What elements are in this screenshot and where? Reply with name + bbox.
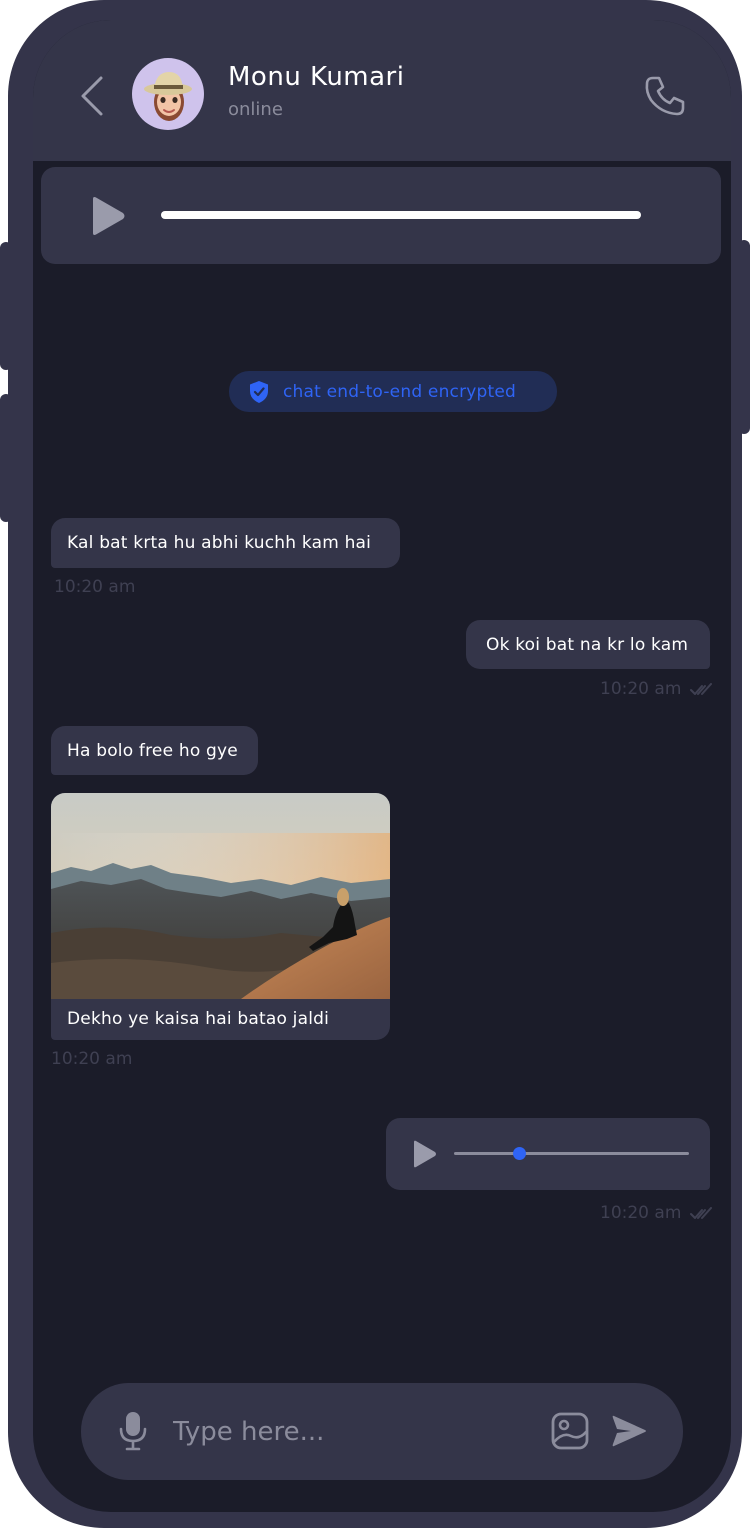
message-text: Ha bolo free ho gye (67, 740, 238, 761)
message-timestamp: 10:20 am (51, 1049, 133, 1069)
outgoing-voice-message[interactable] (386, 1118, 710, 1190)
double-check-icon (690, 1207, 712, 1219)
incoming-image-message[interactable]: Dekho ye kaisa hai batao jaldi (51, 793, 390, 1040)
message-input[interactable] (173, 1407, 533, 1457)
incoming-message[interactable]: Ha bolo free ho gye (51, 726, 258, 775)
play-icon[interactable] (410, 1140, 438, 1168)
message-timestamp: 10:20 am (600, 1203, 682, 1223)
encryption-notice-text: chat end-to-end encrypted (283, 381, 517, 402)
avatar[interactable] (132, 58, 204, 130)
phone-icon[interactable] (643, 74, 687, 118)
shield-check-icon (250, 380, 268, 403)
send-icon[interactable] (611, 1414, 647, 1448)
outgoing-message[interactable]: Ok koi bat na kr lo kam (466, 620, 710, 669)
message-text: Kal bat krta hu abhi kuchh kam hai (67, 533, 372, 553)
image-icon[interactable] (551, 1412, 589, 1450)
contact-status: online (228, 99, 283, 120)
desert-photo[interactable] (51, 793, 390, 999)
chevron-left-icon[interactable] (77, 74, 107, 118)
contact-name: Monu Kumari (228, 62, 405, 92)
message-timestamp: 10:20 am (600, 679, 682, 699)
incoming-message[interactable]: Kal bat krta hu abhi kuchh kam hai (51, 518, 400, 568)
encryption-notice[interactable]: chat end-to-end encrypted (229, 371, 557, 412)
double-check-icon (690, 683, 712, 695)
message-composer (81, 1383, 683, 1480)
voice-progress-track[interactable] (454, 1152, 689, 1155)
audio-player-banner (41, 167, 721, 264)
audio-progress-track[interactable] (161, 211, 641, 219)
chat-header: Monu Kumari online (33, 20, 731, 161)
message-timestamp: 10:20 am (54, 577, 136, 597)
microphone-icon[interactable] (119, 1411, 147, 1451)
voice-progress-thumb[interactable] (513, 1147, 527, 1160)
image-caption: Dekho ye kaisa hai batao jaldi (67, 1009, 330, 1029)
phone-frame: Monu Kumari online chat end-to-end encry… (8, 0, 742, 1528)
play-icon[interactable] (87, 196, 127, 236)
message-text: Ok koi bat na kr lo kam (486, 634, 689, 655)
chat-screen: Monu Kumari online chat end-to-end encry… (33, 20, 731, 1512)
